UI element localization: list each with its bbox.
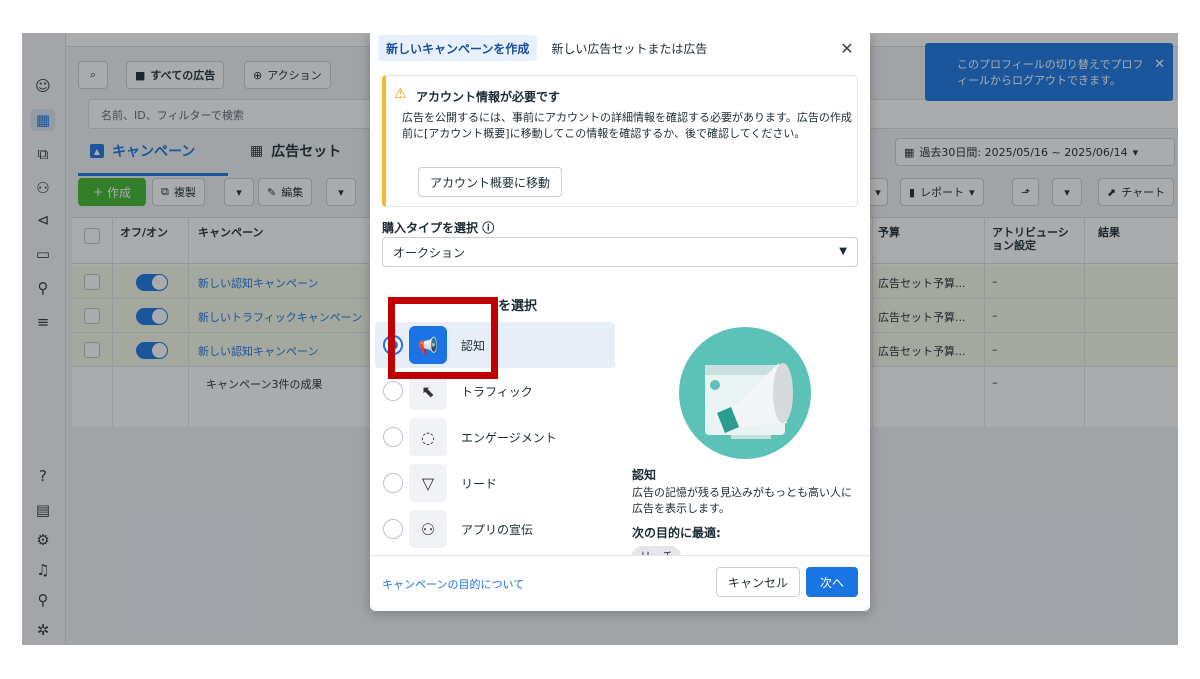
dialog-footer: キャンペーンの目的について キャンセル 次へ bbox=[370, 555, 870, 611]
best-for-label: 次の目的に最適: bbox=[632, 526, 721, 540]
about-objectives-link[interactable]: キャンペーンの目的について bbox=[382, 576, 524, 592]
cancel-button[interactable]: キャンセル bbox=[716, 567, 800, 597]
objective-label-text: トラフィック bbox=[461, 384, 533, 399]
objective-radio[interactable] bbox=[383, 519, 403, 539]
buy-type-label-text: 購入タイプを選択 bbox=[382, 221, 479, 235]
info-icon[interactable]: ⓘ bbox=[482, 221, 494, 235]
caret-down-icon: ▼ bbox=[839, 246, 847, 257]
dialog-tabs: 新しいキャンペーンを作成 新しい広告セットまたは広告 bbox=[378, 34, 715, 62]
go-to-account-overview-button[interactable]: アカウント概要に移動 bbox=[418, 167, 562, 197]
objective-leads[interactable]: ▽ リード bbox=[375, 460, 615, 506]
objective-radio[interactable] bbox=[383, 381, 403, 401]
objective-description-title: 認知 bbox=[632, 468, 657, 482]
objective-label-text: アプリの宣伝 bbox=[461, 522, 534, 537]
objective-engagement[interactable]: ◌ エンゲージメント bbox=[375, 414, 615, 460]
tab-new-campaign[interactable]: 新しいキャンペーンを作成 bbox=[378, 35, 538, 61]
people-icon: ⚇ bbox=[409, 510, 447, 548]
objective-label-text: リード bbox=[461, 476, 498, 491]
warning-title: アカウント情報が必要です bbox=[416, 90, 561, 104]
account-info-warning: ⚠ アカウント情報が必要です 広告を公開するには、事前にアカウントの詳細情報を確… bbox=[382, 75, 858, 207]
funnel-icon: ▽ bbox=[409, 464, 447, 502]
warning-body: 広告を公開するには、事前にアカウントの詳細情報を確認する必要があります。広告の作… bbox=[402, 111, 852, 140]
objective-radio[interactable] bbox=[383, 473, 403, 493]
next-button[interactable]: 次へ bbox=[806, 567, 858, 597]
create-campaign-dialog: 新しいキャンペーンを作成 新しい広告セットまたは広告 ✕ ⚠ アカウント情報が必… bbox=[370, 33, 870, 611]
warning-icon: ⚠ bbox=[394, 86, 407, 102]
objective-description-body: 広告の記憶が残る見込みがもっとも高い人に広告を表示します。 bbox=[632, 486, 852, 515]
objective-radio[interactable] bbox=[383, 427, 403, 447]
objective-app-promotion[interactable]: ⚇ アプリの宣伝 bbox=[375, 506, 615, 552]
close-icon[interactable]: ✕ bbox=[838, 39, 856, 58]
awareness-illustration bbox=[679, 327, 811, 459]
tab-new-adset-or-ad[interactable]: 新しい広告セットまたは広告 bbox=[543, 35, 715, 61]
buy-type-label: 購入タイプを選択 ⓘ bbox=[382, 219, 494, 236]
ads-manager-window: ☺ ▦ ⧉ ⚇ ⊲ ▭ ⚲ ≡ ? ▤ ⚙ ♫ ⚲ ✲ ⌕ ■ すべての広告 ⊕… bbox=[22, 33, 1178, 645]
objective-label: を選択 bbox=[498, 299, 538, 314]
buy-type-value: オークション bbox=[393, 245, 466, 260]
chat-bubble-icon: ◌ bbox=[409, 418, 447, 456]
buy-type-select[interactable]: オークション ▼ bbox=[382, 237, 858, 267]
highlight-box bbox=[388, 297, 498, 379]
objective-label-text: エンゲージメント bbox=[461, 430, 557, 445]
